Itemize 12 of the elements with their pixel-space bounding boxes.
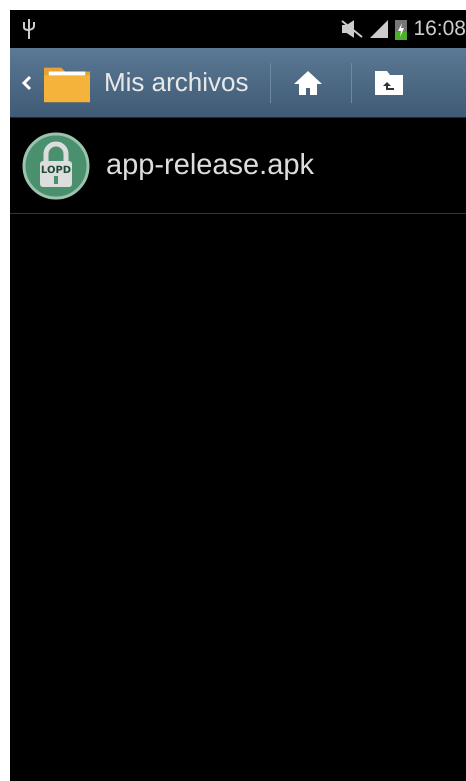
chevron-left-icon (22, 74, 32, 90)
lock-icon: LOPD (22, 132, 90, 200)
status-time: 16:08 (413, 17, 466, 41)
toolbar-title: Mis archivos (104, 67, 248, 98)
file-row[interactable]: LOPD app-release.apk (10, 118, 466, 214)
battery-icon (395, 18, 408, 40)
usb-icon (22, 18, 36, 40)
home-icon (293, 70, 324, 96)
folder-up-icon (374, 70, 404, 96)
signal-icon (369, 19, 390, 39)
file-name: app-release.apk (106, 149, 314, 182)
mute-icon (341, 20, 364, 38)
